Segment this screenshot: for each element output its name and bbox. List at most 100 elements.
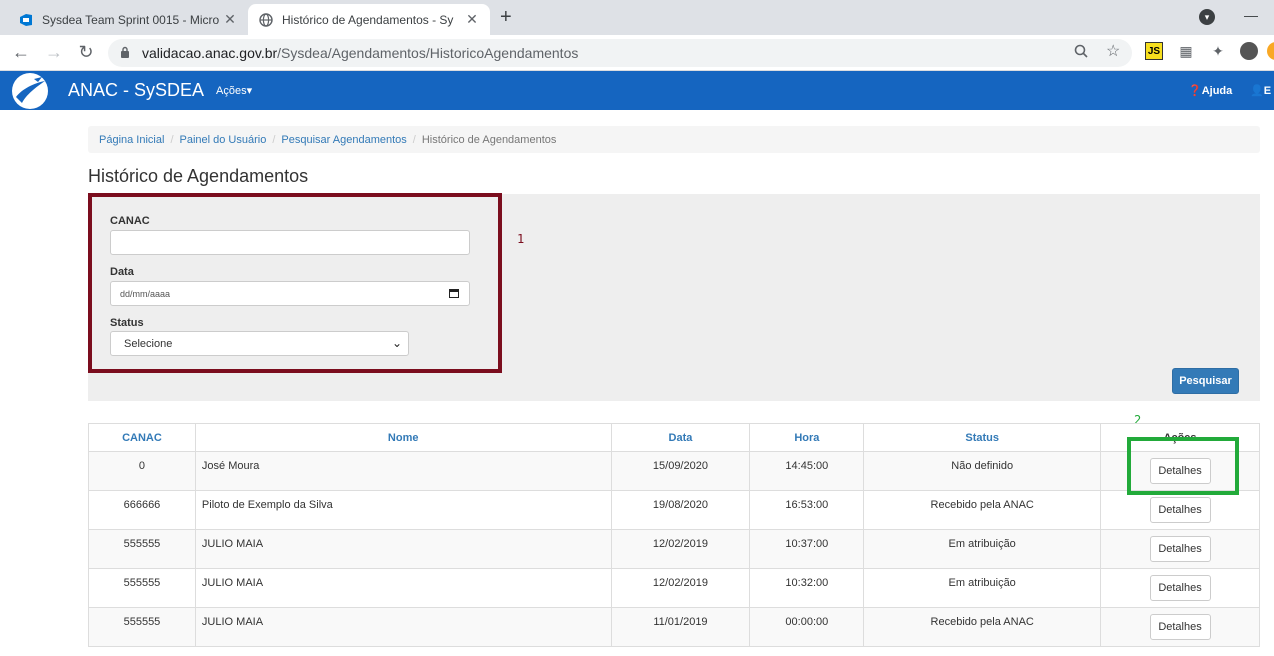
cell-data: 11/01/2019 [610, 607, 751, 647]
close-icon[interactable]: ✕ [464, 11, 480, 28]
minimize-icon[interactable]: — [1244, 7, 1258, 23]
tab-search-icon[interactable]: ▾ [1199, 9, 1215, 25]
js-extension-icon[interactable]: JS [1145, 42, 1163, 60]
tab-title: Sysdea Team Sprint 0015 - Micro [42, 12, 220, 27]
cell-canac: 555555 [88, 529, 196, 569]
zoom-icon[interactable] [1074, 44, 1088, 61]
cell-nome: JULIO MAIA [194, 568, 612, 608]
status-select[interactable]: Selecione ⌄ [110, 331, 409, 356]
breadcrumb: Página Inicial / Painel do Usuário / Pes… [88, 126, 1260, 153]
account-avatar[interactable] [1267, 42, 1274, 60]
anac-logo-icon[interactable] [12, 73, 48, 109]
acoes-menu[interactable]: Ações▾ [216, 84, 252, 97]
cell-status: Em atribuição [863, 568, 1102, 608]
cell-acoes: Detalhes [1100, 607, 1260, 647]
date-placeholder: dd/mm/aaaa [120, 288, 171, 299]
help-icon: ❓ [1188, 85, 1202, 97]
user-icon: 👤 [1250, 85, 1264, 97]
annotation-box-2 [1127, 437, 1239, 495]
chevron-down-icon: ⌄ [391, 336, 402, 350]
cell-data: 15/09/2020 [610, 451, 751, 491]
user-menu[interactable]: 👤E [1250, 84, 1271, 97]
cell-canac: 666666 [88, 490, 196, 530]
annotation-label-1: 1 [517, 232, 525, 246]
detalhes-button[interactable]: Detalhes [1149, 497, 1211, 523]
user-label: E [1263, 85, 1272, 97]
cell-nome: José Moura [194, 451, 612, 491]
app-brand[interactable]: ANAC - SySDEA [68, 80, 204, 101]
puzzle-extensions-icon[interactable]: ✦ [1209, 42, 1227, 60]
table-row: 555555 JULIO MAIA 12/02/2019 10:32:00 Em… [88, 568, 1260, 608]
caret-down-icon: ▾ [246, 85, 253, 97]
breadcrumb-item-current: Histórico de Agendamentos [421, 133, 557, 146]
cell-status: Não definido [863, 451, 1102, 491]
pesquisar-button[interactable]: Pesquisar [1172, 368, 1239, 394]
agendamentos-table: CANAC Nome Data Hora Status Ações 0 José… [88, 423, 1260, 647]
new-tab-button[interactable]: + [500, 6, 512, 29]
cell-hora: 10:32:00 [749, 568, 865, 608]
cell-status: Recebido pela ANAC [863, 607, 1102, 647]
data-label: Data [110, 266, 134, 278]
status-selected-value: Selecione [124, 337, 173, 350]
star-icon[interactable]: ☆ [1106, 41, 1120, 61]
back-arrow-icon[interactable]: ← [10, 42, 32, 63]
tab-title: Histórico de Agendamentos - Sy [282, 12, 454, 27]
detalhes-button[interactable]: Detalhes [1149, 575, 1211, 601]
column-header-canac[interactable]: CANAC [88, 423, 196, 452]
cell-status: Em atribuição [863, 529, 1102, 569]
url-path: /Sysdea/Agendamentos/HistoricoAgendament… [277, 45, 579, 61]
detalhes-button[interactable]: Detalhes [1149, 614, 1211, 640]
column-header-nome[interactable]: Nome [194, 423, 612, 452]
cell-nome: Piloto de Exemplo da Silva [194, 490, 612, 530]
cell-status: Recebido pela ANAC [863, 490, 1102, 530]
detalhes-button[interactable]: Detalhes [1149, 536, 1211, 562]
ajuda-link[interactable]: ❓Ajuda [1188, 84, 1232, 97]
address-bar[interactable]: validacao.anac.gov.br/Sysdea/Agendamento… [108, 39, 1132, 67]
cell-hora: 00:00:00 [749, 607, 865, 647]
table-row: 0 José Moura 15/09/2020 14:45:00 Não def… [88, 451, 1260, 491]
ajuda-label: Ajuda [1201, 85, 1233, 97]
azure-devops-icon [18, 12, 34, 28]
breadcrumb-item-pesquisar[interactable]: Pesquisar Agendamentos [281, 134, 406, 146]
cell-nome: JULIO MAIA [194, 529, 612, 569]
globe-icon [258, 12, 274, 28]
lock-icon [120, 46, 132, 61]
column-header-data[interactable]: Data [610, 423, 751, 452]
canac-label: CANAC [110, 215, 150, 227]
app-navbar: ANAC - SySDEA Ações▾ ❓Ajuda 👤E [0, 71, 1274, 110]
column-header-status[interactable]: Status [863, 423, 1102, 452]
browser-tab-sprint[interactable]: Sysdea Team Sprint 0015 - Micro ✕ [8, 4, 248, 35]
column-header-hora[interactable]: Hora [749, 423, 865, 452]
profile-avatar[interactable] [1240, 42, 1258, 60]
table-row: 555555 JULIO MAIA 11/01/2019 00:00:00 Re… [88, 607, 1260, 647]
status-label: Status [110, 317, 144, 329]
breadcrumb-item-pagina-inicial[interactable]: Página Inicial [99, 134, 164, 146]
cell-canac: 555555 [88, 607, 196, 647]
data-date-input[interactable]: dd/mm/aaaa [110, 281, 470, 306]
close-icon[interactable]: ✕ [222, 11, 238, 28]
page-title: Histórico de Agendamentos [88, 166, 309, 186]
cell-data: 12/02/2019 [610, 568, 751, 608]
cell-data: 19/08/2020 [610, 490, 751, 530]
breadcrumb-separator: / [272, 133, 276, 146]
browser-tab-historico[interactable]: Histórico de Agendamentos - Sy ✕ [248, 4, 490, 35]
cell-acoes: Detalhes [1100, 490, 1260, 530]
cell-canac: 555555 [88, 568, 196, 608]
canac-input[interactable] [110, 230, 470, 255]
breadcrumb-separator: / [412, 133, 416, 146]
trello-extension-icon[interactable]: ▦ [1177, 42, 1195, 60]
browser-tab-strip: Sysdea Team Sprint 0015 - Micro ✕ Histór… [0, 0, 1274, 35]
cell-hora: 14:45:00 [749, 451, 865, 491]
cell-acoes: Detalhes [1100, 568, 1260, 608]
forward-arrow-icon[interactable]: → [43, 42, 65, 63]
cell-acoes: Detalhes [1100, 529, 1260, 569]
breadcrumb-item-painel[interactable]: Painel do Usuário [180, 134, 267, 146]
table-header-row: CANAC Nome Data Hora Status Ações [88, 423, 1260, 452]
reload-icon[interactable]: ↻ [75, 42, 97, 63]
cell-nome: JULIO MAIA [194, 607, 612, 647]
breadcrumb-separator: / [170, 133, 174, 146]
calendar-icon[interactable] [449, 289, 459, 298]
browser-toolbar: ← → ↻ validacao.anac.gov.br/Sysdea/Agend… [0, 35, 1274, 71]
acoes-label: Ações [216, 85, 247, 97]
table-row: 666666 Piloto de Exemplo da Silva 19/08/… [88, 490, 1260, 530]
